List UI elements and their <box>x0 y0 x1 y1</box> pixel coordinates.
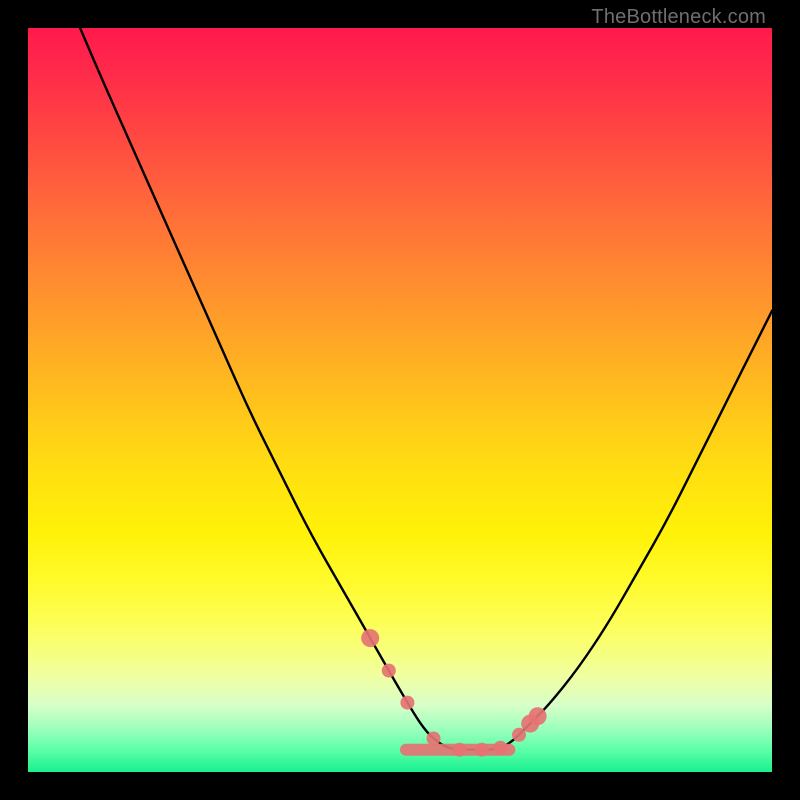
valley-marker <box>400 696 414 710</box>
bottleneck-curve <box>80 28 772 750</box>
valley-marker <box>361 629 379 647</box>
valley-marker <box>493 741 507 755</box>
valley-marker <box>382 664 396 678</box>
valley-marker <box>475 743 489 757</box>
chart-frame: TheBottleneck.com <box>0 0 800 800</box>
watermark-text: TheBottleneck.com <box>591 6 766 29</box>
valley-marker <box>453 743 467 757</box>
plot-area <box>28 28 772 772</box>
curve-layer <box>28 28 772 772</box>
valley-marker <box>529 707 547 725</box>
valley-marker <box>427 732 441 746</box>
